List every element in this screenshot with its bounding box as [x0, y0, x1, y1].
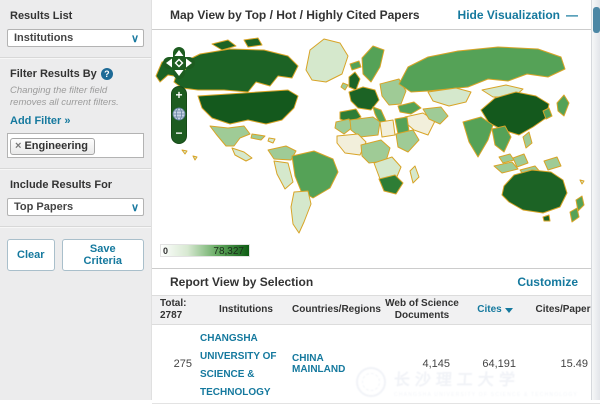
country-new-zealand-south[interactable]: [570, 208, 579, 222]
esi-map-view-page: Results List Institutions ∨ Filter Resul…: [0, 0, 600, 400]
islands-fiji[interactable]: [580, 180, 584, 184]
legend-min-value: 0: [163, 246, 168, 256]
country-indonesia-west[interactable]: [494, 162, 518, 173]
customize-link[interactable]: Customize: [517, 275, 578, 289]
include-results-label: Include Results For: [10, 179, 141, 191]
choropleth-world-map: [152, 30, 600, 246]
sort-desc-icon: [505, 308, 513, 313]
filter-tag-engineering[interactable]: × Engineering: [10, 138, 95, 155]
country-hispaniola[interactable]: [268, 138, 275, 143]
legend-max-value: 78,327: [213, 246, 244, 257]
map-zoom-control[interactable]: + −: [171, 86, 187, 144]
results-list-value: Institutions: [14, 32, 73, 44]
save-criteria-button[interactable]: Save Criteria: [62, 239, 144, 271]
chevron-down-icon: ∨: [131, 201, 139, 214]
islands-hawaii-1[interactable]: [182, 150, 187, 154]
country-papua-new-guinea[interactable]: [544, 157, 561, 170]
include-results-section: Include Results For Top Papers ∨: [0, 169, 151, 227]
country-usa[interactable]: [198, 90, 298, 124]
country-argentina-chile[interactable]: [291, 191, 311, 233]
row-documents: 4,145: [380, 358, 464, 370]
vertical-scrollbar[interactable]: [591, 0, 600, 400]
include-results-value: Top Papers: [14, 201, 73, 213]
results-list-section: Results List Institutions ∨: [0, 0, 151, 58]
country-peru[interactable]: [274, 161, 293, 189]
country-brazil[interactable]: [292, 151, 338, 198]
region-central-america[interactable]: [232, 148, 252, 161]
zoom-out-button[interactable]: −: [175, 126, 182, 140]
country-south-africa[interactable]: [379, 175, 403, 194]
row-rank: 275: [160, 358, 200, 370]
country-greenland[interactable]: [306, 39, 348, 82]
table-row: 275 CHANGSHA UNIVERSITY OF SCIENCE & TEC…: [152, 325, 600, 404]
globe-icon[interactable]: [173, 108, 185, 120]
active-filters-box: × Engineering: [7, 133, 144, 158]
help-icon[interactable]: ?: [101, 68, 113, 80]
region-horn-of-africa[interactable]: [396, 130, 419, 152]
country-canada-arctic-2[interactable]: [244, 38, 262, 47]
row-cites: 64,191: [464, 358, 526, 370]
zoom-in-button[interactable]: +: [175, 88, 182, 102]
column-documents: Web of Science Documents: [380, 298, 464, 322]
country-madagascar[interactable]: [410, 166, 419, 183]
region-western-europe[interactable]: [349, 87, 379, 110]
row-institution-cell: CHANGSHA UNIVERSITY OF SCIENCE & TECHNOL…: [200, 328, 292, 400]
country-philippines[interactable]: [523, 132, 532, 148]
country-russia[interactable]: [399, 47, 565, 92]
filters-sidebar: Results List Institutions ∨ Filter Resul…: [0, 0, 152, 400]
chevron-down-icon: ∨: [131, 32, 139, 45]
add-filter-link[interactable]: Add Filter »: [10, 115, 71, 127]
filter-results-section: Filter Results By? Changing the filter f…: [0, 58, 151, 169]
country-link[interactable]: CHINA MAINLAND: [292, 353, 358, 375]
country-iceland[interactable]: [350, 61, 361, 70]
row-cites-paper: 15.49: [526, 358, 600, 370]
main-panel: Map View by Top / Hot / Highly Cited Pap…: [152, 0, 600, 400]
country-mexico[interactable]: [210, 126, 250, 146]
map-title: Map View by Top / Hot / Highly Cited Pap…: [170, 8, 420, 22]
row-country-cell: CHINA MAINLAND: [292, 353, 380, 375]
region-scandinavia[interactable]: [362, 46, 384, 82]
report-title: Report View by Selection: [170, 275, 313, 289]
report-section: Report View by Selection Customize Total…: [152, 268, 600, 404]
map-pan-control[interactable]: [162, 46, 196, 80]
filter-results-title: Filter Results By?: [10, 68, 141, 80]
column-cites-paper: Cites/Paper: [526, 304, 600, 316]
column-countries: Countries/Regions: [292, 304, 380, 316]
country-cuba[interactable]: [251, 134, 265, 140]
country-uk[interactable]: [349, 72, 360, 90]
column-cites-sort[interactable]: Cites: [464, 304, 526, 316]
country-japan[interactable]: [557, 95, 569, 116]
country-ireland[interactable]: [341, 83, 348, 90]
scrollbar-thumb[interactable]: [593, 7, 600, 33]
region-central-asia[interactable]: [428, 88, 471, 106]
country-canada-arctic-1[interactable]: [212, 40, 236, 50]
country-india[interactable]: [463, 117, 493, 157]
filter-note: Changing the filter field removes all cu…: [10, 85, 141, 110]
filter-tag-label: Engineering: [24, 140, 88, 152]
sidebar-buttons: Clear Save Criteria: [7, 239, 144, 271]
column-institutions: Institutions: [200, 304, 292, 316]
hide-visualization-link[interactable]: Hide Visualization—: [458, 8, 578, 22]
country-tasmania[interactable]: [543, 215, 550, 221]
remove-filter-icon[interactable]: ×: [15, 140, 21, 152]
map-header: Map View by Top / Hot / Highly Cited Pap…: [152, 0, 600, 30]
table-header-row: Total: 2787 Institutions Countries/Regio…: [152, 295, 600, 325]
islands-hawaii-2[interactable]: [193, 156, 197, 160]
column-total: Total: 2787: [160, 298, 200, 322]
map-color-legend: 0 78,327: [160, 244, 250, 257]
include-results-select[interactable]: Top Papers ∨: [7, 198, 144, 216]
country-australia[interactable]: [502, 170, 567, 213]
collapse-icon: —: [566, 8, 578, 22]
country-libya[interactable]: [380, 120, 395, 137]
results-list-label: Results List: [10, 10, 141, 22]
report-header: Report View by Selection Customize: [152, 269, 600, 295]
results-list-select[interactable]: Institutions ∨: [7, 29, 144, 47]
clear-button[interactable]: Clear: [7, 239, 55, 271]
world-map-region: + − 0 78,327: [152, 30, 600, 246]
institution-link[interactable]: CHANGSHA UNIVERSITY OF SCIENCE & TECHNOL…: [200, 333, 277, 398]
